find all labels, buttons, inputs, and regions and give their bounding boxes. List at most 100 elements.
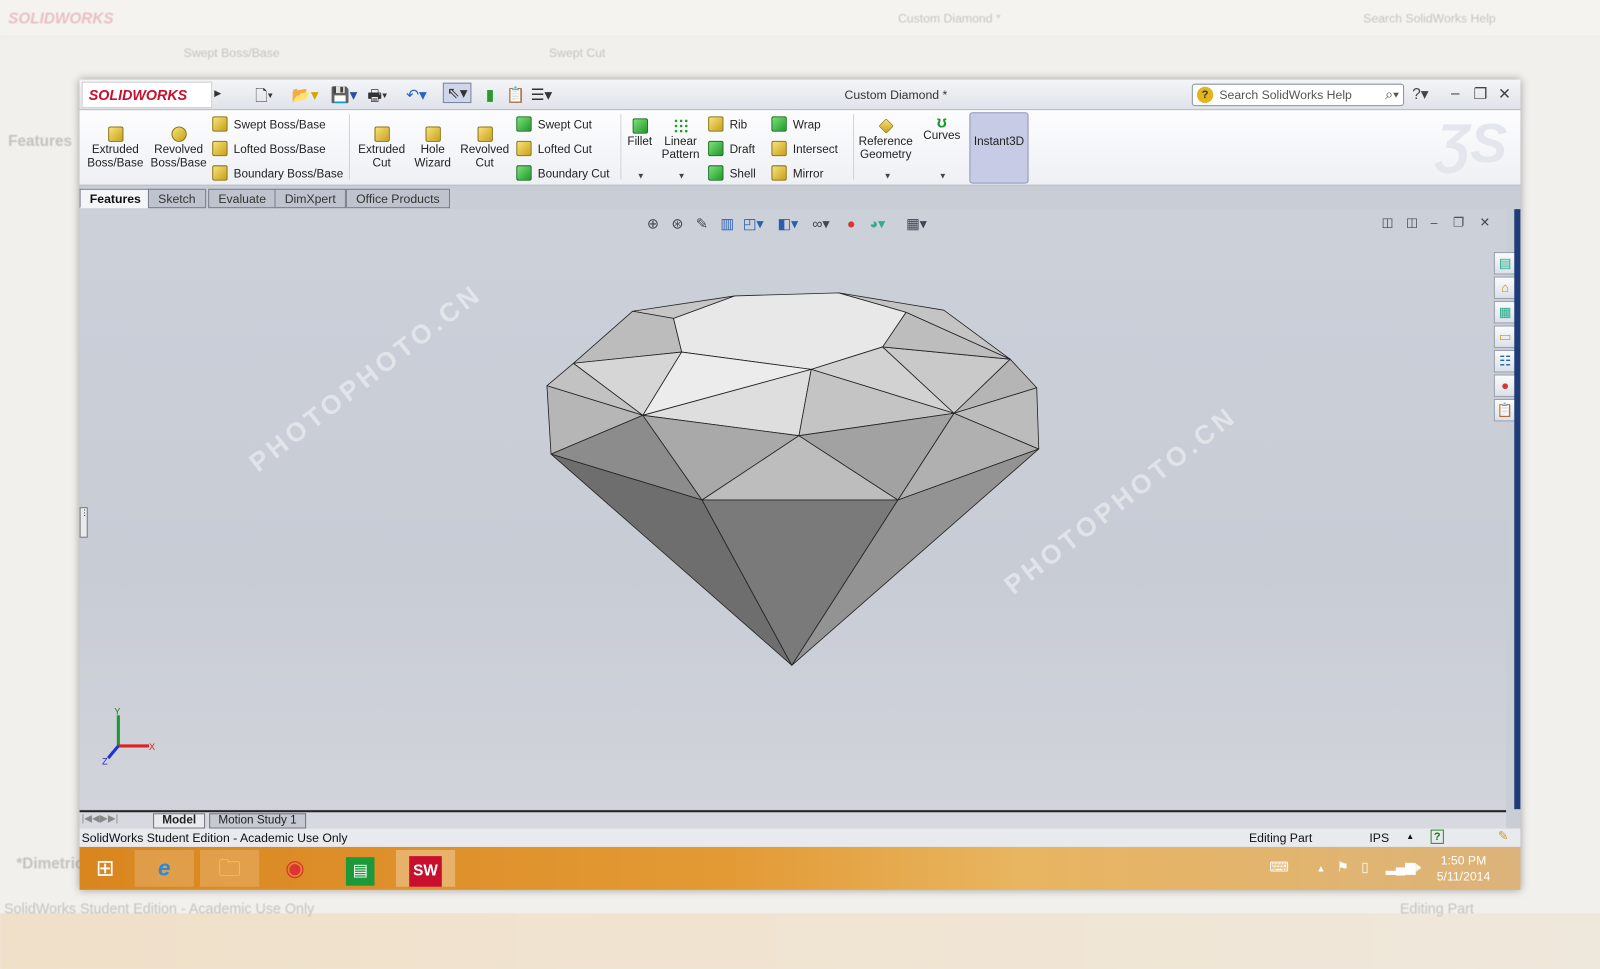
file-properties-icon[interactable]: 📋 [506,86,525,104]
fillet-dropdown[interactable]: ▼ [637,171,645,180]
power-icon[interactable]: ▯ [1361,859,1368,875]
extruded-cut-button[interactable]: Extruded Cut [353,126,410,171]
swept-cut-button[interactable]: Swept Cut [516,116,592,132]
intersect-button[interactable]: Intersect [771,140,838,157]
lofted-boss-button[interactable]: Lofted Boss/Base [212,140,326,157]
background-title: Custom Diamond * [897,11,1001,26]
file-explorer-icon[interactable]: 🗀 [199,849,260,887]
tab-model[interactable]: Model [153,813,206,829]
save-icon[interactable]: 💾▾ [331,86,358,104]
minimize-button[interactable]: – [1451,85,1460,102]
tab-features[interactable]: Features [79,188,152,209]
print-icon[interactable]: 🖶▾ [367,86,387,112]
windows-store-icon[interactable]: ▤ [331,850,390,887]
undo-icon[interactable]: ↶▾ [406,86,427,104]
restore-button[interactable]: ❐ [1473,85,1487,103]
task-pane-resources-icon[interactable]: ▤ [1493,252,1517,275]
linear-pattern-dropdown[interactable]: ▼ [678,171,686,180]
action-center-flag-icon[interactable]: ⚑ [1337,859,1349,875]
rib-button[interactable]: Rib [708,116,748,132]
tab-sketch[interactable]: Sketch [147,188,206,209]
background-search: Search SolidWorks Help [1363,11,1496,26]
hole-wizard-icon [424,126,441,142]
boundary-boss-button[interactable]: Boundary Boss/Base [212,165,344,181]
rebuild-traffic-light-icon[interactable]: ▮ [486,86,494,104]
instant3d-button[interactable]: Instant3D [969,112,1029,184]
label: Rib [729,119,748,132]
fillet-button[interactable]: Fillet [624,118,655,149]
draft-icon [708,140,724,157]
command-manager-tabs: Features Sketch Evaluate DimXpert Office… [79,187,1521,209]
revolved-boss-button[interactable]: Revolved Boss/Base [149,126,208,171]
tab-scroll-arrows[interactable]: |◀◀▶▶| [82,813,119,824]
extruded-boss-button[interactable]: Extruded Boss/Base [86,126,145,171]
revolved-cut-button[interactable]: Revolved Cut [457,126,512,171]
volume-icon[interactable]: 🕪 [1412,859,1420,875]
task-pane-view-palette-icon[interactable]: ☷ [1493,349,1517,373]
show-hidden-icons-arrow[interactable]: ▲ [1316,863,1325,873]
lofted-boss-icon [212,140,228,157]
reference-geometry-dropdown[interactable]: ▼ [884,171,892,180]
divider [853,114,855,180]
model-tabs-bar: |◀◀▶▶| Model Motion Study 1 [79,810,1507,829]
boundary-boss-icon [212,165,228,181]
mirror-icon [771,165,787,181]
clock-date: 5/11/2014 [1436,869,1491,884]
tab-office-products[interactable]: Office Products [345,188,450,209]
internet-explorer-icon[interactable]: e [134,849,194,887]
solidworks-taskbar-button[interactable]: SW [395,849,456,887]
chrome-icon[interactable]: ◉ [265,850,324,887]
tab-dimxpert[interactable]: DimXpert [274,188,346,209]
tab-evaluate[interactable]: Evaluate [208,188,277,209]
menu-expand-arrow[interactable]: ▶ [214,88,221,99]
extruded-boss-icon [107,126,123,142]
diamond-model[interactable] [80,209,1507,809]
curves-button[interactable]: ʊ Curves [920,115,963,143]
graphics-viewport[interactable]: ⊕ ⊛ ✎ ▥ ◰▾ ◧▾ ∞▾ ● ◕▾ ▦▾ ◫ ◫ – ❐ ✕ ⋮ PHO… [79,209,1507,887]
task-pane-appearances-icon[interactable]: ● [1493,374,1517,397]
task-pane-custom-properties-icon[interactable]: 📋 [1493,398,1517,422]
wrap-button[interactable]: Wrap [771,116,821,132]
label: Shell [729,168,756,181]
reference-geometry-button[interactable]: Reference Geometry [855,118,916,162]
label: Boundary Boss/Base [233,168,344,181]
rebuild-status-icon[interactable]: ✎ [1498,829,1508,843]
new-document-icon[interactable]: 🗋▾ [255,86,273,112]
system-clock[interactable]: 1:50 PM 5/11/2014 [1437,852,1491,885]
select-pointer-icon[interactable]: ⇖▾ [442,82,472,104]
quick-tips-help-icon[interactable]: ? [1430,829,1444,844]
tab-motion-study-1[interactable]: Motion Study 1 [209,813,306,829]
units-arrow-icon[interactable]: ▲ [1406,832,1414,841]
start-windows-icon[interactable]: ⊞ [80,850,131,887]
close-button[interactable]: ✕ [1498,85,1511,103]
task-pane-file-explorer-icon[interactable]: ▦ [1493,301,1517,324]
hole-wizard-button[interactable]: Hole Wizard [408,126,457,171]
mirror-button[interactable]: Mirror [771,165,823,181]
network-signal-icon[interactable]: ▂▄▆ [1386,859,1416,875]
units-selector[interactable]: IPS [1369,831,1389,845]
touch-keyboard-icon[interactable]: ⌨ [1269,859,1288,875]
options-icon[interactable]: ☰▾ [531,86,552,104]
boundary-cut-button[interactable]: Boundary Cut [516,165,610,181]
swept-boss-button[interactable]: Swept Boss/Base [212,116,326,132]
solidworks-logo[interactable]: SOLIDWORKS [81,81,213,109]
wrap-icon [771,116,787,132]
curves-dropdown[interactable]: ▼ [939,171,947,180]
shell-button[interactable]: Shell [708,165,756,181]
title-bar: SOLIDWORKS ▶ 🗋▾ 📂▾ 💾▾ 🖶▾ ↶▾ ⇖▾ ▮ 📋 ☰▾ Cu… [79,79,1521,112]
help-search-input[interactable]: ? Search SolidWorks Help ⌕▾ [1191,83,1405,107]
divider [348,114,350,180]
task-pane-folder-icon[interactable]: ▭ [1493,325,1517,348]
open-folder-icon[interactable]: 📂▾ [292,86,319,104]
linear-pattern-button[interactable]: Linear Pattern [657,118,704,162]
lofted-cut-button[interactable]: Lofted Cut [516,140,592,157]
label: Draft [729,143,756,157]
fillet-icon [632,118,648,134]
draft-button[interactable]: Draft [708,140,756,157]
search-magnifier-icon[interactable]: ⌕▾ [1385,86,1399,103]
help-icon[interactable]: ?▾ [1412,85,1428,103]
clock-time: 1:50 PM [1440,853,1487,868]
rib-icon [708,116,724,132]
task-pane-design-library-icon[interactable]: ⌂ [1493,276,1517,299]
search-placeholder: Search SolidWorks Help [1219,87,1352,103]
